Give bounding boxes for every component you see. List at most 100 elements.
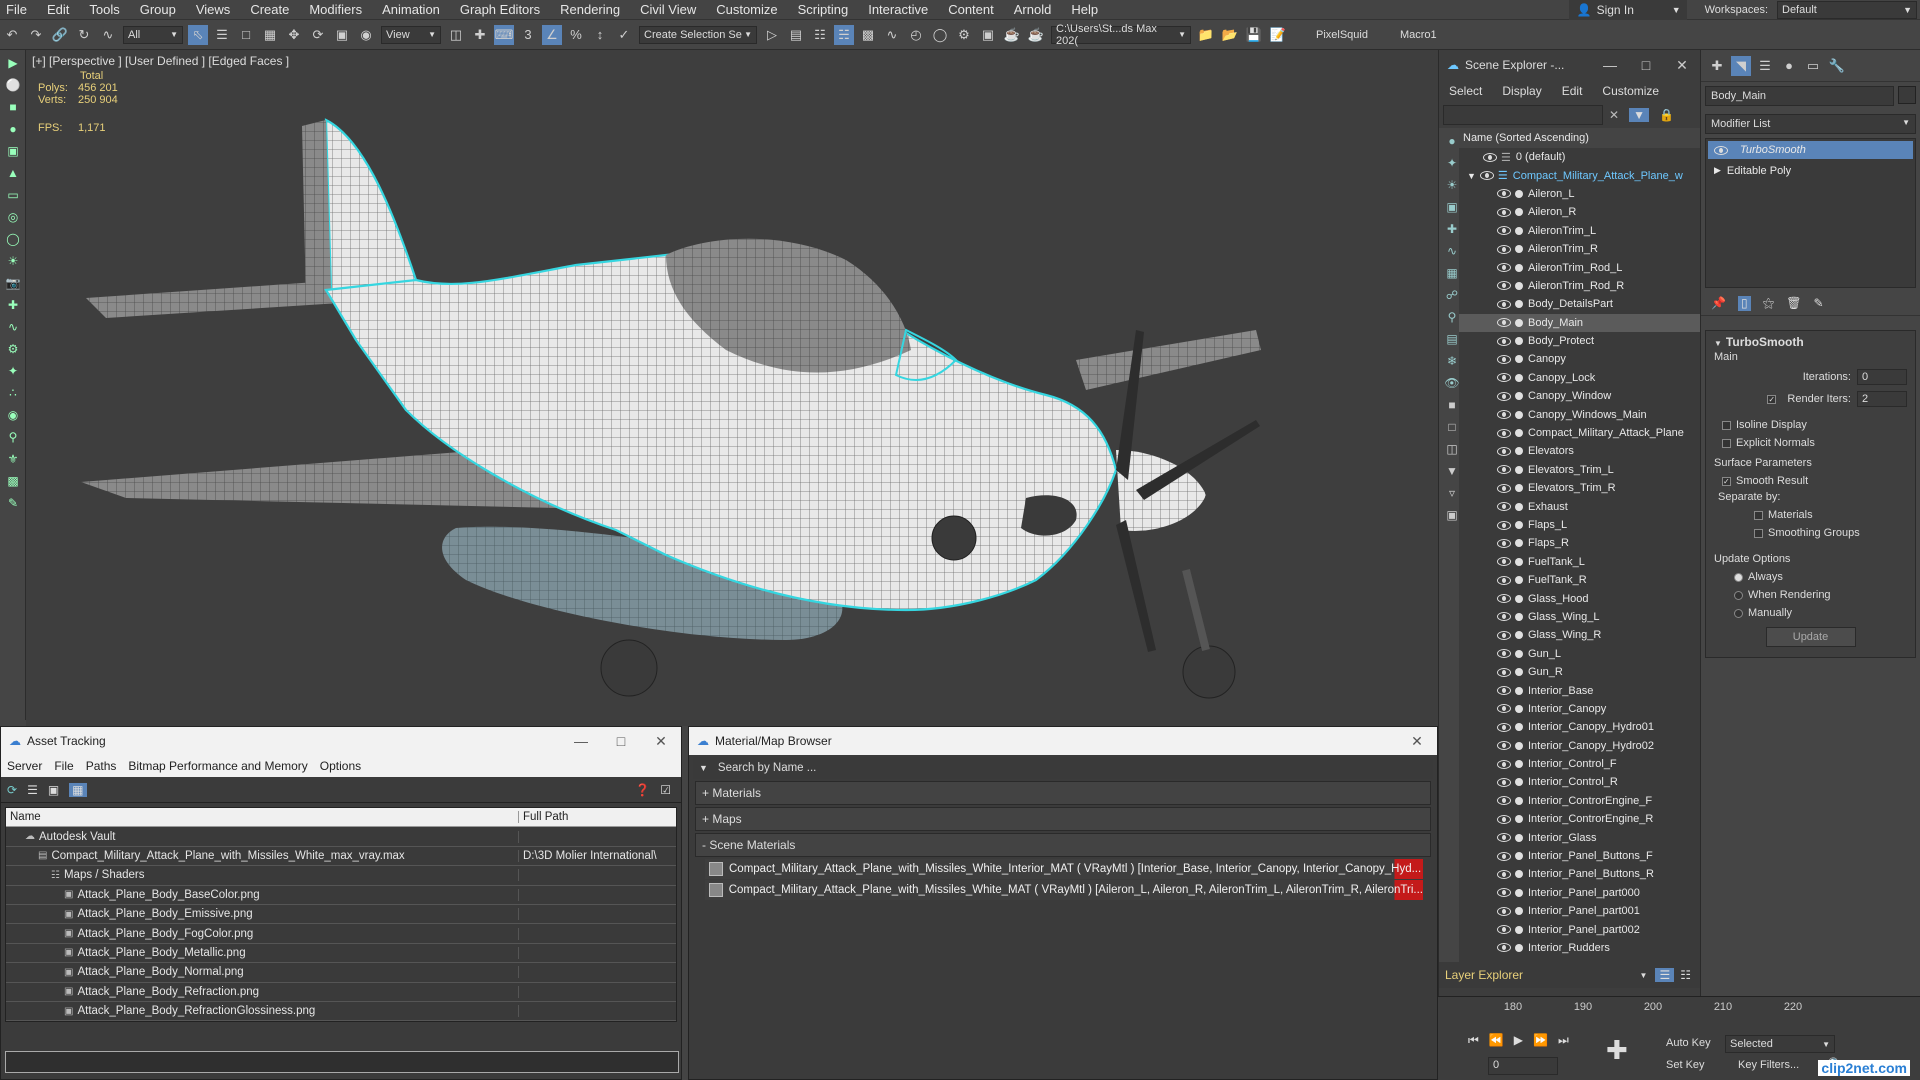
timeline-ruler[interactable]: 180 190 200 210 220 <box>1438 997 1920 1017</box>
tree-row[interactable]: Flaps_R <box>1459 534 1700 552</box>
asset-row[interactable]: ▣ Attack_Plane_Body_FogColor.png <box>6 924 676 944</box>
eye-icon[interactable] <box>1497 520 1511 530</box>
menu-item-help[interactable]: Help <box>1065 2 1112 17</box>
eye-icon[interactable] <box>1497 538 1511 548</box>
select-object-icon[interactable]: ⬁ <box>188 24 208 45</box>
sphere-icon[interactable]: ● <box>4 122 22 138</box>
tree-row[interactable]: Interior_Panel_part002 <box>1459 920 1700 938</box>
tree-row[interactable]: Aileron_R <box>1459 203 1700 221</box>
named-selection-select[interactable]: Create Selection Se ▼ <box>639 25 757 44</box>
tree-row[interactable]: Interior_Canopy_Hydro02 <box>1459 737 1700 755</box>
set-key-button[interactable]: Set Key <box>1666 1059 1705 1071</box>
always-row[interactable]: Always <box>1734 571 1907 583</box>
lasso-icon[interactable]: ⚪ <box>4 78 22 94</box>
render-dot-icon[interactable] <box>1515 410 1523 419</box>
scale-icon[interactable]: ▣ <box>332 25 352 45</box>
show-end-result-icon[interactable]: ▯ <box>1737 296 1751 311</box>
tree-row[interactable]: AileronTrim_L <box>1459 222 1700 240</box>
configure-sets-icon[interactable]: ✎ <box>1813 296 1823 311</box>
tree-row[interactable]: Canopy_Lock <box>1459 369 1700 387</box>
bind-spacewarp-icon[interactable]: ∿ <box>98 25 118 45</box>
camera-icon[interactable]: 📷 <box>4 276 22 292</box>
sign-in-button[interactable]: 👤 Sign In ▼ <box>1568 0 1687 20</box>
menu-item-edit[interactable]: Edit <box>41 2 83 17</box>
tube-icon[interactable]: ◎ <box>4 210 22 226</box>
render-dot-icon[interactable] <box>1515 852 1523 861</box>
remove-modifier-icon[interactable]: 🗑 <box>1786 296 1801 311</box>
tree-row[interactable]: Interior_Panel_part000 <box>1459 884 1700 902</box>
render-dot-icon[interactable] <box>1515 833 1523 842</box>
render-dot-icon[interactable] <box>1515 594 1523 603</box>
tree-row[interactable]: Glass_Wing_R <box>1459 626 1700 644</box>
tree-row[interactable]: FuelTank_L <box>1459 553 1700 571</box>
macro-label[interactable]: Macro1 <box>1400 29 1437 41</box>
scene-menu-customize[interactable]: Customize <box>1592 84 1669 98</box>
tree-row[interactable]: Gun_L <box>1459 645 1700 663</box>
eye-icon[interactable] <box>1479 171 1494 181</box>
render-dot-icon[interactable] <box>1515 429 1523 438</box>
unlink-icon[interactable]: ↻ <box>74 25 94 45</box>
edit-named-selection-icon[interactable]: ✓ <box>614 25 634 45</box>
thumbnail-view-icon[interactable]: ▣ <box>48 783 59 797</box>
perspective-viewport[interactable]: [+] [Perspective ] [User Defined ] [Edge… <box>26 50 1438 726</box>
eye-icon[interactable] <box>1497 851 1511 861</box>
eye-icon[interactable] <box>1497 704 1511 714</box>
eye-icon[interactable] <box>1497 722 1511 732</box>
render-dot-icon[interactable] <box>1515 741 1523 750</box>
asset-row[interactable]: ▣ Attack_Plane_Body_Normal.png <box>6 963 676 983</box>
scene-materials-group[interactable]: - Scene Materials <box>695 833 1431 857</box>
eye-icon[interactable] <box>1497 906 1511 916</box>
table-view-icon[interactable]: ▦ <box>69 782 87 797</box>
scene-menu-edit[interactable]: Edit <box>1552 84 1593 98</box>
align-icon[interactable]: ▤ <box>786 25 806 45</box>
render-dot-icon[interactable] <box>1515 907 1523 916</box>
current-frame-input[interactable]: 0 <box>1488 1057 1558 1075</box>
cloth-icon[interactable]: ▩ <box>4 474 22 490</box>
redo-icon[interactable]: ↷ <box>26 25 46 45</box>
smooth-result-row[interactable]: ✓ Smooth Result <box>1722 475 1907 487</box>
key-filters-button[interactable]: Key Filters... <box>1738 1059 1799 1071</box>
menu-item-animation[interactable]: Animation <box>376 2 454 17</box>
eye-icon[interactable] <box>1497 759 1511 769</box>
eye-icon[interactable] <box>1497 502 1511 512</box>
eye-icon[interactable] <box>1497 410 1511 420</box>
render-setup-icon[interactable]: ⚙ <box>954 25 974 45</box>
eye-icon[interactable] <box>1497 833 1511 843</box>
menu-item-create[interactable]: Create <box>244 2 303 17</box>
tree-row[interactable]: Interior_Canopy <box>1459 700 1700 718</box>
render-dot-icon[interactable] <box>1515 484 1523 493</box>
maps-group[interactable]: + Maps <box>695 807 1431 831</box>
move-icon[interactable]: ✥ <box>284 25 304 45</box>
eye-icon[interactable] <box>1497 575 1511 585</box>
hierarchy-icon[interactable]: ☷ <box>1680 968 1691 982</box>
project-path-select[interactable]: C:\Users\St...ds Max 202(▼ <box>1051 23 1191 47</box>
menu-item-interactive[interactable]: Interactive <box>862 2 942 17</box>
eye-icon[interactable] <box>1497 612 1511 622</box>
tree-row[interactable]: Interior_Base <box>1459 681 1700 699</box>
render-dot-icon[interactable] <box>1515 355 1523 364</box>
render-dot-icon[interactable] <box>1515 373 1523 382</box>
toggle-scene-explorer-icon[interactable]: ☷ <box>810 25 830 45</box>
scene-menu-display[interactable]: Display <box>1492 84 1551 98</box>
tree-row[interactable]: Body_DetailsPart <box>1459 295 1700 313</box>
render-dot-icon[interactable] <box>1515 318 1523 327</box>
utilities-tab-icon[interactable]: 🔧 <box>1827 56 1847 76</box>
keyboard-shortcut-icon[interactable]: ⌨ <box>494 24 514 45</box>
tree-row[interactable]: Body_Protect <box>1459 332 1700 350</box>
tree-row[interactable]: Interior_Panel_Buttons_F <box>1459 847 1700 865</box>
undo-icon[interactable]: ↶ <box>2 25 22 45</box>
window-crossing-icon[interactable]: ▦ <box>260 25 280 45</box>
render-dot-icon[interactable] <box>1515 778 1523 787</box>
tree-column-header[interactable]: Name (Sorted Ascending) <box>1459 128 1700 148</box>
light-icon[interactable]: ☀ <box>4 254 22 270</box>
clear-search-icon[interactable]: ✕ <box>1609 108 1619 122</box>
render-dot-icon[interactable] <box>1515 281 1523 290</box>
asset-row[interactable]: ☁ Autodesk Vault <box>6 827 676 847</box>
rect-selection-icon[interactable]: □ <box>236 25 256 45</box>
eye-icon[interactable] <box>1497 263 1511 273</box>
material-search-input[interactable]: Search by Name ... <box>718 762 816 774</box>
scene-explorer-titlebar[interactable]: ☁ Scene Explorer -... — □ ✕ <box>1439 50 1700 80</box>
checkin-icon[interactable]: ☑ <box>660 783 671 797</box>
tree-row[interactable]: Elevators_Trim_L <box>1459 461 1700 479</box>
expand-icon[interactable]: ▼ <box>1467 171 1476 181</box>
